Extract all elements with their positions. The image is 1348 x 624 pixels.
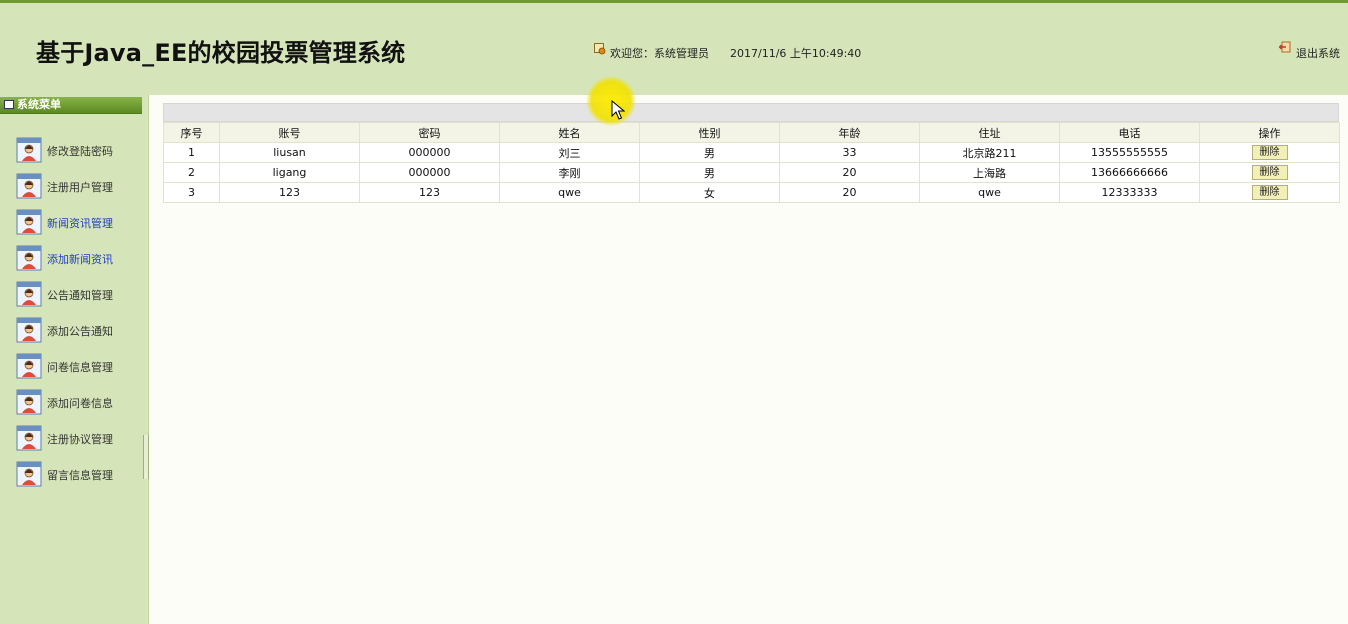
sidebar-item-agreement-management[interactable]: 注册协议管理 [16,423,141,453]
user-card-icon [16,353,42,379]
cell-account: ligang [219,162,360,183]
user-card-icon [16,461,42,487]
cell-name: 李刚 [499,162,640,183]
column-header: 密码 [359,122,500,143]
logout-icon[interactable] [1279,41,1291,53]
sidebar-item-label: 添加公告通知 [47,325,113,338]
user-icon [594,43,606,55]
table-toolbar [163,103,1339,122]
cell-password: 000000 [359,142,500,163]
cell-password: 123 [359,182,500,203]
app-header: 基于Java_EE的校园投票管理系统 欢迎您：系统管理员 2017/11/6 上… [0,3,1348,95]
sidebar-item-label: 注册用户管理 [47,181,113,194]
cell-index: 3 [163,182,220,203]
cell-gender: 女 [639,182,780,203]
table-row: 1 liusan 000000 刘三 男 33 北京路211 135555555… [163,142,1340,163]
sidebar-item-notice-management[interactable]: 公告通知管理 [16,279,141,309]
welcome-text: 欢迎您：系统管理员 [610,47,709,60]
user-card-icon [16,209,42,235]
column-header: 序号 [163,122,220,143]
user-card-icon [16,173,42,199]
main-content: 序号 账号 密码 姓名 性别 年龄 住址 电话 操作 1 liusan 0000… [149,95,1348,624]
sidebar-item-label: 注册协议管理 [47,433,113,446]
cell-gender: 男 [639,142,780,163]
user-card-icon [16,281,42,307]
cell-name: 刘三 [499,142,640,163]
sidebar-item-add-notice[interactable]: 添加公告通知 [16,315,141,345]
sidebar-item-news-management[interactable]: 新闻资讯管理 [16,207,141,237]
cell-address: 北京路211 [919,142,1060,163]
delete-button[interactable]: 删除 [1251,185,1288,200]
column-header: 性别 [639,122,780,143]
column-header: 电话 [1059,122,1200,143]
sidebar-item-user-management[interactable]: 注册用户管理 [16,171,141,201]
sidebar-item-label: 留言信息管理 [47,469,113,482]
user-card-icon [16,245,42,271]
column-header: 操作 [1199,122,1340,143]
column-header: 账号 [219,122,360,143]
cell-gender: 男 [639,162,780,183]
cell-index: 2 [163,162,220,183]
cell-address: 上海路 [919,162,1060,183]
cell-age: 20 [779,182,920,203]
sidebar-title-label: 系统菜单 [17,98,61,111]
table-row: 3 123 123 qwe 女 20 qwe 12333333 删除 [163,182,1340,203]
cell-action: 删除 [1199,182,1340,203]
sidebar-title: 系统菜单 [0,97,142,114]
cell-age: 33 [779,142,920,163]
cell-action: 删除 [1199,162,1340,183]
cell-phone: 12333333 [1059,182,1200,203]
column-header: 姓名 [499,122,640,143]
cell-address: qwe [919,182,1060,203]
sidebar-item-add-news[interactable]: 添加新闻资讯 [16,243,141,273]
delete-button[interactable]: 删除 [1251,145,1288,160]
cell-index: 1 [163,142,220,163]
logout-link[interactable]: 退出系统 [1296,45,1340,61]
sidebar: 系统菜单 修改登陆密码 注册用户管理 新闻资讯管理 添加新闻资讯 公告通知管理 … [0,95,149,624]
delete-button[interactable]: 删除 [1251,165,1288,180]
sidebar-item-message-management[interactable]: 留言信息管理 [16,459,141,489]
column-header: 年龄 [779,122,920,143]
table-row: 2 ligang 000000 李刚 男 20 上海路 13666666666 … [163,162,1340,183]
user-card-icon [16,317,42,343]
sidebar-item-label: 新闻资讯管理 [47,217,113,230]
user-card-icon [16,137,42,163]
sidebar-item-label: 问卷信息管理 [47,361,113,374]
cell-action: 删除 [1199,142,1340,163]
user-card-icon [16,389,42,415]
cell-account: liusan [219,142,360,163]
sidebar-item-add-survey[interactable]: 添加问卷信息 [16,387,141,417]
menu-edit-icon [4,100,14,109]
cell-phone: 13666666666 [1059,162,1200,183]
user-table: 序号 账号 密码 姓名 性别 年龄 住址 电话 操作 1 liusan 0000… [163,122,1340,203]
column-header: 住址 [919,122,1060,143]
cell-age: 20 [779,162,920,183]
user-card-icon [16,425,42,451]
app-title: 基于Java_EE的校园投票管理系统 [36,39,406,67]
cell-password: 000000 [359,162,500,183]
current-datetime: 2017/11/6 上午10:49:40 [730,47,862,60]
sidebar-item-label: 添加新闻资讯 [47,253,113,266]
table-header-row: 序号 账号 密码 姓名 性别 年龄 住址 电话 操作 [163,122,1340,143]
sidebar-item-label: 公告通知管理 [47,289,113,302]
sidebar-item-label: 修改登陆密码 [47,145,113,158]
sidebar-item-survey-management[interactable]: 问卷信息管理 [16,351,141,381]
cell-name: qwe [499,182,640,203]
cell-account: 123 [219,182,360,203]
sidebar-item-label: 添加问卷信息 [47,397,113,410]
cell-phone: 13555555555 [1059,142,1200,163]
sidebar-item-change-password[interactable]: 修改登陆密码 [16,135,141,165]
